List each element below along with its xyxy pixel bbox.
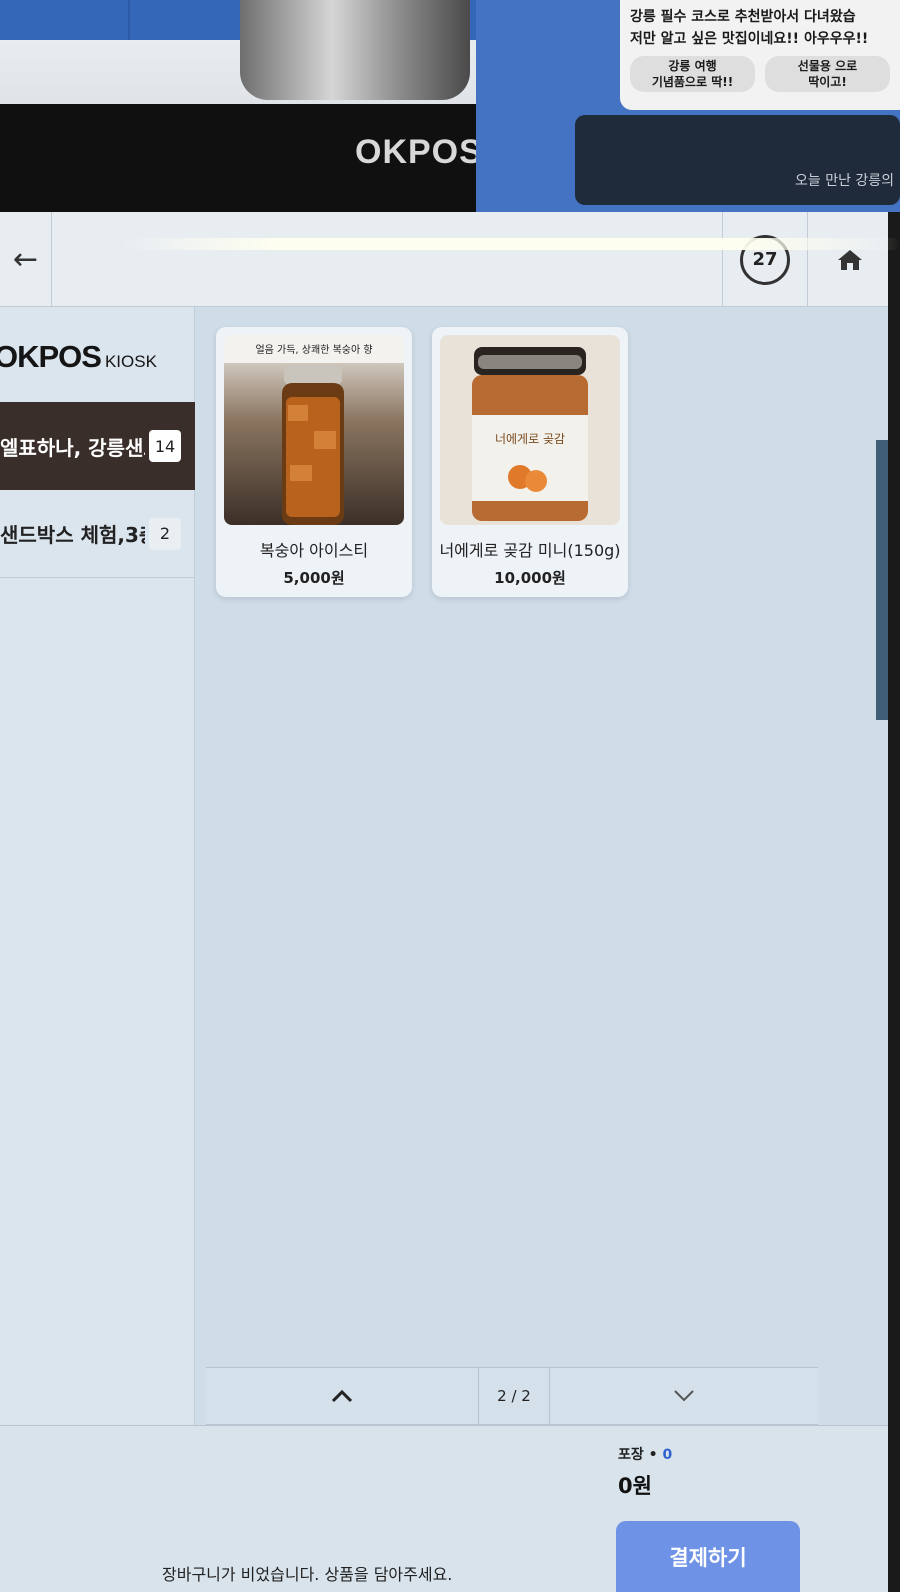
category-item-gangneung-sand[interactable]: 엘표하나, 강릉샌드 14 bbox=[0, 402, 195, 490]
dark-sign-text: 오늘 만난 강릉의 bbox=[795, 173, 895, 189]
product-card[interactable]: 너에게로 곶감 너에게로 곶감 미니(150g) 10,000원 bbox=[432, 327, 628, 597]
takeout-label: 포장 • bbox=[618, 1447, 663, 1463]
logo-main: OKPOS bbox=[0, 339, 102, 374]
sign-chip: 강릉 여행 기념품으로 딱!! bbox=[630, 56, 755, 92]
home-button[interactable] bbox=[807, 212, 892, 307]
product-name: 복숭아 아이스티 bbox=[259, 541, 369, 560]
product-image-peach-tea: 얼음 가득, 상쾌한 복숭아 향 bbox=[224, 335, 404, 525]
display-jar bbox=[240, 0, 470, 100]
kiosk-screen: ← 27 OKPOSKIOSK 엘표하나, 강릉샌드 14 샌드박스 체험,3층… bbox=[0, 212, 892, 1592]
product-image-dried-persimmon: 너에게로 곶감 bbox=[440, 335, 620, 525]
image-caption: 얼음 가득, 상쾌한 복숭아 향 bbox=[255, 344, 372, 356]
sign-line-1: 강릉 필수 코스로 추천받아서 다녀왔습 bbox=[630, 9, 856, 25]
review-sign: 강릉 필수 코스로 추천받아서 다녀왔습 저만 알고 싶은 맛집이네요!! 아우… bbox=[620, 0, 900, 110]
cart-empty-message: 장바구니가 비었습니다. 상품을 담아주세요. bbox=[162, 1565, 453, 1584]
product-price: 10,000원 bbox=[494, 569, 566, 587]
page-up-button[interactable] bbox=[206, 1368, 478, 1424]
page-indicator: 2 / 2 bbox=[478, 1368, 550, 1424]
kiosk-bezel bbox=[888, 212, 900, 1592]
cart-total: 0원 bbox=[618, 1474, 652, 1498]
logo-sub: KIOSK bbox=[104, 352, 157, 371]
category-label: 엘표하나, 강릉샌드 bbox=[0, 435, 145, 460]
product-grid: 얼음 가득, 상쾌한 복숭아 향 복숭아 아이스티 5,000원 너에게로 곶감 bbox=[196, 307, 892, 1367]
timer-cell: 27 bbox=[722, 212, 807, 307]
category-count-badge: 14 bbox=[149, 430, 181, 462]
light-glare bbox=[120, 238, 900, 250]
top-bar: ← 27 bbox=[0, 212, 892, 307]
sign-chip: 선물용 으로 딱이고! bbox=[765, 56, 890, 92]
category-count-badge: 2 bbox=[149, 517, 181, 550]
product-card[interactable]: 얼음 가득, 상쾌한 복숭아 향 복숭아 아이스티 5,000원 bbox=[216, 327, 412, 597]
product-price: 5,000원 bbox=[283, 569, 345, 587]
takeout-indicator: 포장 • 0 bbox=[618, 1444, 672, 1464]
jar-label: 너에게로 곶감 bbox=[495, 432, 565, 446]
category-sidebar: OKPOSKIOSK 엘표하나, 강릉샌드 14 샌드박스 체험,3층 2 bbox=[0, 307, 195, 1592]
chevron-up-icon bbox=[331, 1389, 353, 1403]
category-label: 샌드박스 체험,3층 bbox=[0, 523, 145, 547]
page-down-button[interactable] bbox=[550, 1368, 818, 1424]
product-name: 너에게로 곶감 미니(150g) bbox=[439, 541, 621, 560]
back-button[interactable]: ← bbox=[0, 212, 52, 307]
sign-line-2: 저만 알고 싶은 맛집이네요!! 아우우우!! bbox=[630, 31, 869, 47]
kiosk-brand-logo: OKPOS bbox=[355, 133, 483, 171]
category-item-sandbox[interactable]: 샌드박스 체험,3층 2 bbox=[0, 490, 195, 578]
chevron-down-icon bbox=[674, 1390, 694, 1402]
takeout-count: 0 bbox=[662, 1447, 673, 1463]
pagination-bar: 2 / 2 bbox=[206, 1367, 818, 1425]
cart-panel: 장바구니가 비었습니다. 상품을 담아주세요. 포장 • 0 0원 결제하기 bbox=[0, 1425, 892, 1592]
home-icon bbox=[838, 249, 862, 270]
arrow-left-icon: ← bbox=[12, 242, 39, 277]
dark-sign-panel: 오늘 만난 강릉의 bbox=[575, 115, 900, 205]
pay-button[interactable]: 결제하기 bbox=[616, 1521, 800, 1592]
okpos-kiosk-logo: OKPOS KIOSK bbox=[0, 339, 157, 375]
